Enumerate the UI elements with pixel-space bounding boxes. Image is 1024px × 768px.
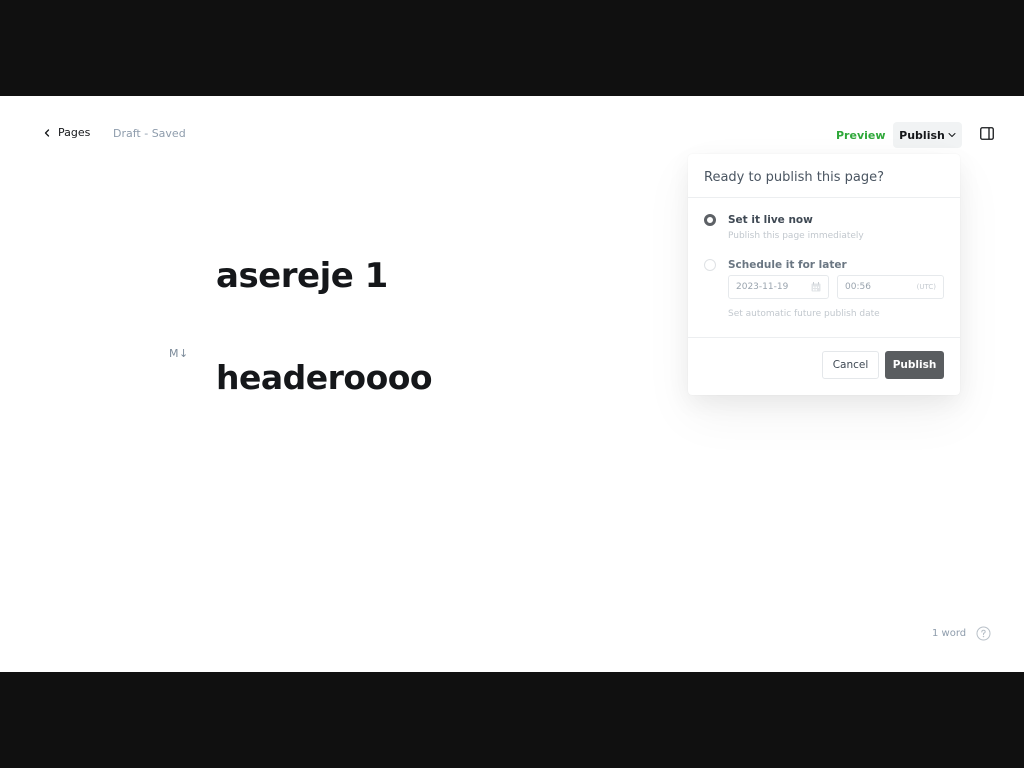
word-count: 1 word (932, 628, 967, 639)
publish-menu-button[interactable]: Publish (893, 122, 962, 148)
publish-menu-label: Publish (899, 128, 945, 142)
preview-button[interactable]: Preview (828, 122, 894, 148)
schedule-date-input[interactable]: 2023-11-19 (728, 275, 829, 299)
editor-window: Pages Draft - Saved Preview Publish M↓ a… (0, 96, 1024, 672)
publish-now-radio[interactable] (704, 214, 716, 226)
confirm-publish-button[interactable]: Publish (885, 351, 944, 379)
save-status: Draft - Saved (113, 127, 186, 140)
publish-now-description: Publish this page immediately (728, 231, 864, 241)
schedule-label[interactable]: Schedule it for later (728, 259, 847, 271)
divider (688, 337, 960, 338)
page-title[interactable]: asereje 1 (216, 256, 388, 296)
schedule-description: Set automatic future publish date (728, 309, 880, 319)
letterbox-bottom (0, 672, 1024, 768)
schedule-time-value: 00:56 (845, 282, 871, 292)
divider (688, 197, 960, 198)
schedule-radio[interactable] (704, 259, 716, 271)
help-circle-icon[interactable] (976, 626, 991, 641)
back-to-pages-link[interactable]: Pages (42, 126, 90, 139)
content-heading[interactable]: headeroooo (216, 358, 433, 397)
timezone-label: (UTC) (916, 283, 936, 291)
chevron-left-icon (44, 128, 50, 137)
publish-popover: Ready to publish this page? Set it live … (688, 154, 960, 395)
sidebar-toggle-icon[interactable] (980, 127, 994, 140)
letterbox-top (0, 0, 1024, 96)
cancel-button[interactable]: Cancel (822, 351, 879, 379)
schedule-time-input[interactable]: 00:56 (UTC) (837, 275, 944, 299)
markdown-card-icon[interactable]: M↓ (169, 347, 189, 360)
schedule-date-value: 2023-11-19 (736, 282, 789, 292)
chevron-down-icon (948, 133, 956, 137)
publish-now-label[interactable]: Set it live now (728, 214, 813, 226)
calendar-icon[interactable] (811, 282, 821, 292)
popover-title: Ready to publish this page? (704, 170, 885, 185)
back-link-label: Pages (58, 126, 91, 139)
